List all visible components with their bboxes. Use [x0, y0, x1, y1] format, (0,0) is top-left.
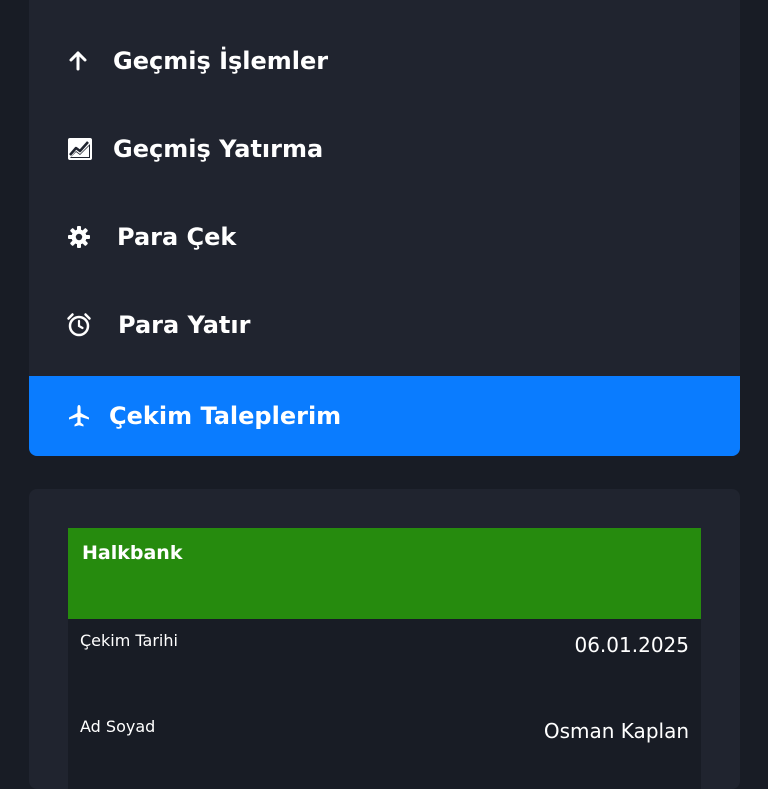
full-name-label: Ad Soyad	[80, 717, 156, 736]
withdrawal-details: Çekim Tarihi 06.01.2025 Ad Soyad Osman K…	[68, 619, 701, 789]
bank-name: Halkbank	[82, 542, 183, 564]
menu-item-label: Geçmiş İşlemler	[113, 47, 329, 75]
arrow-up-icon	[65, 48, 91, 74]
menu-item-para-yatir[interactable]: Para Yatır	[29, 285, 740, 365]
menu-item-label: Para Çek	[117, 223, 237, 251]
menu-item-label: Çekim Taleplerim	[109, 402, 342, 430]
bank-header: Halkbank	[68, 528, 701, 619]
withdrawal-card: Halkbank Çekim Tarihi 06.01.2025 Ad Soya…	[29, 489, 740, 789]
menu-item-cekim-taleplerim[interactable]: Çekim Taleplerim	[29, 376, 740, 456]
menu-item-para-cek[interactable]: Para Çek	[29, 197, 740, 277]
menu-item-label: Geçmiş Yatırma	[113, 135, 324, 163]
withdrawal-date-value: 06.01.2025	[574, 633, 689, 657]
menu-item-label: Para Yatır	[118, 311, 251, 339]
menu-card: Geçmiş İşlemler Geçmiş Yatırma Para Çek …	[29, 0, 740, 456]
menu-item-gecmis-islemler[interactable]: Geçmiş İşlemler	[29, 21, 740, 101]
withdrawal-date-label: Çekim Tarihi	[80, 631, 178, 650]
chart-image-icon	[67, 136, 93, 162]
full-name-value: Osman Kaplan	[543, 719, 689, 743]
gear-icon	[66, 224, 92, 250]
menu-item-gecmis-yatirma[interactable]: Geçmiş Yatırma	[29, 109, 740, 189]
alarm-clock-icon	[66, 312, 92, 338]
airplane-icon	[66, 403, 92, 429]
